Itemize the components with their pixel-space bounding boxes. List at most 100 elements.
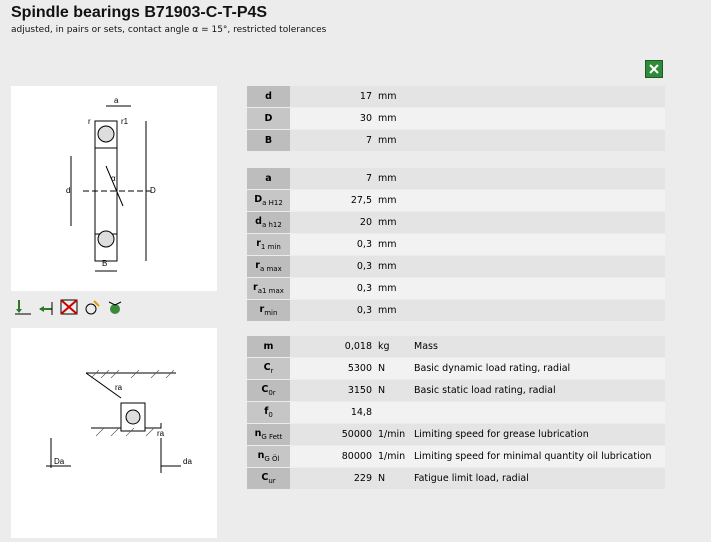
table-row: d 17 mm <box>247 86 665 108</box>
param-unit: 1/min <box>375 423 410 446</box>
symbol-main: C <box>263 362 271 374</box>
param-value: 14,8 <box>290 401 375 424</box>
table-row: rmin 0,3 mm <box>247 299 665 322</box>
param-value: 0,3 <box>290 233 375 256</box>
param-symbol: m <box>247 336 290 358</box>
param-symbol: nG Fett <box>247 423 290 446</box>
symbol-subscript: 0r <box>268 388 276 397</box>
performance-data-table: m 0,018 kg Mass Cr 5300 N Basic dynamic load ra… <box>247 336 665 490</box>
label-da: da <box>183 457 192 466</box>
label-a: a <box>114 96 119 105</box>
param-symbol: a <box>247 168 290 190</box>
param-symbol: D <box>247 107 290 130</box>
param-unit: mm <box>375 255 410 278</box>
param-symbol: C0r <box>247 379 290 402</box>
param-unit: mm <box>375 233 410 256</box>
param-description <box>410 233 665 256</box>
label-r1: r1 <box>121 117 129 126</box>
symbol-main: a <box>265 173 272 184</box>
param-value: 229 <box>290 467 375 490</box>
symbol-subscript: a h12 <box>261 220 282 229</box>
radial-load-icon <box>39 302 53 315</box>
param-value: 50000 <box>290 423 375 446</box>
symbol-subscript: ur <box>268 476 276 485</box>
symbol-subscript: min <box>264 308 278 317</box>
param-symbol: rmin <box>247 299 290 322</box>
table-row: D 30 mm <box>247 107 665 130</box>
table-row: f0 14,8 <box>247 401 665 424</box>
page-title: Spindle bearings B71903-C-T-P4S <box>11 4 268 21</box>
label-alpha: α <box>111 174 116 183</box>
param-unit <box>375 401 410 424</box>
param-value: 3150 <box>290 379 375 402</box>
page-subtitle: adjusted, in pairs or sets, contact angl… <box>11 25 327 35</box>
param-value: 0,018 <box>290 336 375 358</box>
param-description: Fatigue limit load, radial <box>410 467 665 490</box>
param-symbol: r1 min <box>247 233 290 256</box>
table-row: ra1 max 0,3 mm <box>247 277 665 300</box>
label-ra-bottom: ra <box>157 429 165 438</box>
symbol-subscript: G Öl <box>264 454 280 463</box>
table-row: da h12 20 mm <box>247 211 665 234</box>
no-relubrication-icon <box>60 299 78 315</box>
param-value: 0,3 <box>290 299 375 322</box>
param-description: Limiting speed for grease lubrication <box>410 423 665 446</box>
lubrication-icon <box>85 300 100 315</box>
table-row: Cr 5300 N Basic dynamic load rating, radial <box>247 357 665 380</box>
param-value: 0,3 <box>290 255 375 278</box>
excel-export-button[interactable] <box>645 60 663 78</box>
param-description <box>410 299 665 322</box>
symbol-subscript: r <box>270 366 274 375</box>
param-unit: mm <box>375 277 410 300</box>
param-unit: N <box>375 467 410 490</box>
param-description: Basic dynamic load rating, radial <box>410 357 665 380</box>
table-row: a 7 mm <box>247 168 665 190</box>
symbol-main: d <box>255 216 262 228</box>
param-symbol: ra max <box>247 255 290 278</box>
param-description <box>410 168 665 190</box>
table-row: nG Öl 80000 1/min Limiting speed for minima… <box>247 445 665 468</box>
symbol-main: d <box>265 91 272 102</box>
param-symbol: B <box>247 129 290 152</box>
param-description: Mass <box>410 336 665 358</box>
param-description <box>410 211 665 234</box>
param-value: 17 <box>290 86 375 108</box>
bearing-cross-section-drawing: a r r1 d D B α <box>11 86 217 291</box>
param-unit: mm <box>375 299 410 322</box>
symbol-subscript: a H12 <box>262 198 283 207</box>
param-symbol: Cr <box>247 357 290 380</box>
table-row: nG Fett 50000 1/min Limiting speed for grea… <box>247 423 665 446</box>
mounting-dimensions-table: a 7 mm Da H12 27,5 mm da h12 20 mm r1 min 0,3 mm ra … <box>247 168 665 322</box>
param-value: 20 <box>290 211 375 234</box>
param-value: 27,5 <box>290 189 375 212</box>
param-description <box>410 86 665 108</box>
param-description: Limiting speed for minimal quantity oil … <box>410 445 665 468</box>
table-row: m 0,018 kg Mass <box>247 336 665 358</box>
label-Da: Da <box>54 457 65 466</box>
param-description: Basic static load rating, radial <box>410 379 665 402</box>
param-unit: mm <box>375 168 410 190</box>
param-symbol: da h12 <box>247 211 290 234</box>
table-row: B 7 mm <box>247 129 665 152</box>
param-unit: mm <box>375 211 410 234</box>
excel-export-icon <box>649 64 659 74</box>
param-description <box>410 107 665 130</box>
label-D: D <box>150 186 156 195</box>
param-value: 30 <box>290 107 375 130</box>
param-symbol: Cur <box>247 467 290 490</box>
symbol-subscript: 0 <box>268 410 273 419</box>
sealing-icon <box>108 301 122 314</box>
param-description <box>410 401 665 424</box>
param-symbol: f0 <box>247 401 290 424</box>
param-value: 0,3 <box>290 277 375 300</box>
symbol-main: D <box>254 194 263 206</box>
label-ra-top: ra <box>115 383 123 392</box>
param-symbol: ra1 max <box>247 277 290 300</box>
param-description <box>410 189 665 212</box>
param-unit: 1/min <box>375 445 410 468</box>
symbol-main: D <box>264 113 273 124</box>
symbol-subscript: 1 min <box>260 242 281 251</box>
param-value: 7 <box>290 129 375 152</box>
param-description <box>410 129 665 152</box>
param-symbol: Da H12 <box>247 189 290 212</box>
